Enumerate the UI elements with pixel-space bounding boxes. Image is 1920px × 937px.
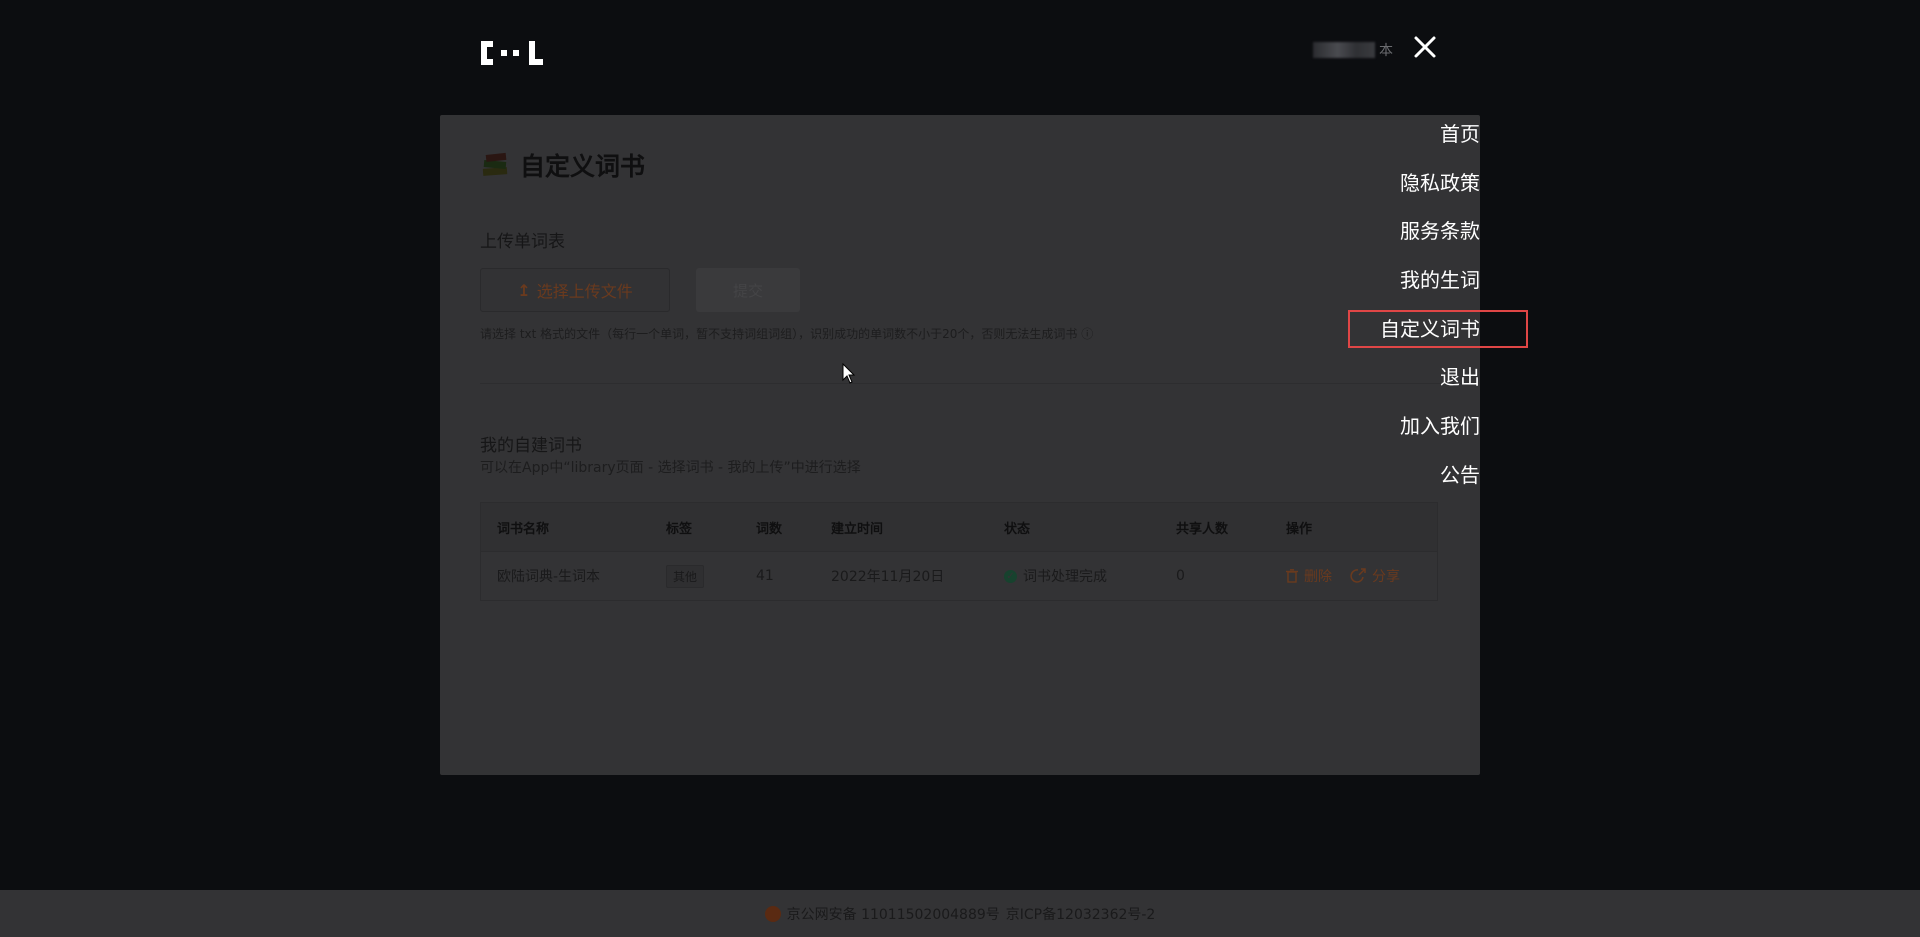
- check-circle-icon: ✓: [1004, 569, 1017, 583]
- row-created: 2022年11月20日: [831, 569, 945, 585]
- col-status: 状态: [1004, 521, 1031, 537]
- select-upload-file-label: 选择上传文件: [536, 282, 633, 301]
- logo[interactable]: [479, 38, 545, 68]
- submit-button[interactable]: 提交: [696, 268, 800, 312]
- table-row: 欧陆词典-生词本 其他 41 2022年11月20日 ✓ 词书处理完成 0 删除…: [481, 552, 1437, 600]
- footer: 京公网安备 11011502004889号 京ICP备12032362号-2: [0, 890, 1920, 937]
- trash-icon: [1286, 569, 1298, 583]
- menu-item-privacy-policy[interactable]: 隐私政策: [1380, 164, 1480, 213]
- menu-item-label: 首页: [1440, 122, 1480, 146]
- share-label: 分享: [1372, 569, 1400, 585]
- user-name: 本: [1313, 40, 1393, 60]
- menu-item-label: 退出: [1440, 365, 1480, 390]
- delete-label: 删除: [1304, 569, 1332, 585]
- col-shared: 共享人数: [1176, 521, 1229, 537]
- wordbook-table: 词书名称 标签 词数 建立时间 状态 共享人数 操作 欧陆词典-生词本 其他 4…: [480, 502, 1438, 601]
- menu-item-label: 加入我们: [1400, 414, 1480, 439]
- col-tag: 标签: [666, 521, 693, 537]
- upload-hint: 请选择 txt 格式的文件（每行一个单词，暂不支持词组词组），识别成功的单词数不…: [480, 325, 1093, 342]
- row-name: 欧陆词典-生词本: [497, 569, 601, 585]
- col-name: 词书名称: [497, 521, 550, 537]
- menu-item-label: 隐私政策: [1400, 170, 1480, 195]
- table-header: 词书名称 标签 词数 建立时间 状态 共享人数 操作: [481, 503, 1437, 552]
- custom-wordbook-card: 自定义词书 上传单词表 ↥ 选择上传文件 提交 请选择 txt 格式的文件（每行…: [440, 115, 1480, 775]
- upload-icon: ↥: [517, 280, 531, 300]
- user-name-blurred: [1313, 42, 1375, 58]
- row-status-text: 词书处理完成: [1023, 569, 1107, 585]
- delete-button[interactable]: 删除: [1286, 566, 1332, 586]
- police-record-link[interactable]: 京公网安备 11011502004889号: [787, 904, 1000, 924]
- police-badge-icon: [764, 905, 781, 922]
- menu-item-custom-wordbook[interactable]: 自定义词书: [1348, 309, 1528, 359]
- menu-item-label: 我的生词: [1400, 268, 1480, 293]
- row-actions: 删除 分享: [1286, 552, 1400, 600]
- row-tag-cell: 其他: [666, 552, 705, 600]
- share-icon: [1350, 568, 1366, 583]
- menu-item-announcements[interactable]: 公告: [1380, 456, 1480, 505]
- share-button[interactable]: 分享: [1350, 566, 1400, 586]
- menu-item-terms-of-service[interactable]: 服务条款: [1380, 212, 1480, 261]
- page: 本 自定义词书 上传单词表 ↥ 选择上传文件 提交 请选择 txt 格式的文件（…: [0, 0, 1920, 937]
- select-upload-file-button[interactable]: ↥ 选择上传文件: [480, 268, 670, 312]
- my-books-title: 我的自建词书: [480, 436, 582, 456]
- divider: [480, 383, 1470, 384]
- menu-item-my-new-words[interactable]: 我的生词: [1380, 261, 1480, 310]
- menu-item-label: 公告: [1440, 462, 1480, 487]
- col-count: 词数: [756, 521, 783, 537]
- my-books-hint: 可以在App中“library页面 - 选择词书 - 我的上传”中进行选择: [480, 460, 861, 476]
- close-icon[interactable]: [1410, 32, 1440, 62]
- menu-item-label: 服务条款: [1400, 219, 1480, 244]
- menu-item-home[interactable]: 首页: [1380, 115, 1480, 164]
- upload-hint-text: 请选择 txt 格式的文件（每行一个单词，暂不支持词组词组），识别成功的单词数不…: [480, 327, 1078, 341]
- menu-item-logout[interactable]: 退出: [1380, 358, 1480, 407]
- mouse-cursor-icon: [842, 363, 856, 384]
- icp-record-link[interactable]: 京ICP备12032362号-2: [1006, 904, 1156, 924]
- nav-menu: 首页 隐私政策 服务条款 我的生词 自定义词书 退出 加入我们 公告: [1348, 115, 1528, 505]
- user-name-suffix: 本: [1379, 43, 1393, 59]
- page-title: 自定义词书: [480, 147, 645, 183]
- page-title-text: 自定义词书: [520, 152, 646, 181]
- col-actions: 操作: [1286, 521, 1313, 537]
- menu-item-join-us[interactable]: 加入我们: [1380, 407, 1480, 456]
- row-status: ✓ 词书处理完成: [1004, 552, 1107, 600]
- help-icon[interactable]: ⓘ: [1081, 327, 1093, 341]
- col-created: 建立时间: [831, 521, 884, 537]
- row-tag: 其他: [666, 564, 705, 588]
- active-highlight-box: [1348, 309, 1528, 348]
- row-count: 41: [756, 568, 774, 584]
- books-icon: [482, 152, 508, 176]
- upload-section-title: 上传单词表: [480, 232, 565, 252]
- row-shared: 0: [1176, 568, 1185, 584]
